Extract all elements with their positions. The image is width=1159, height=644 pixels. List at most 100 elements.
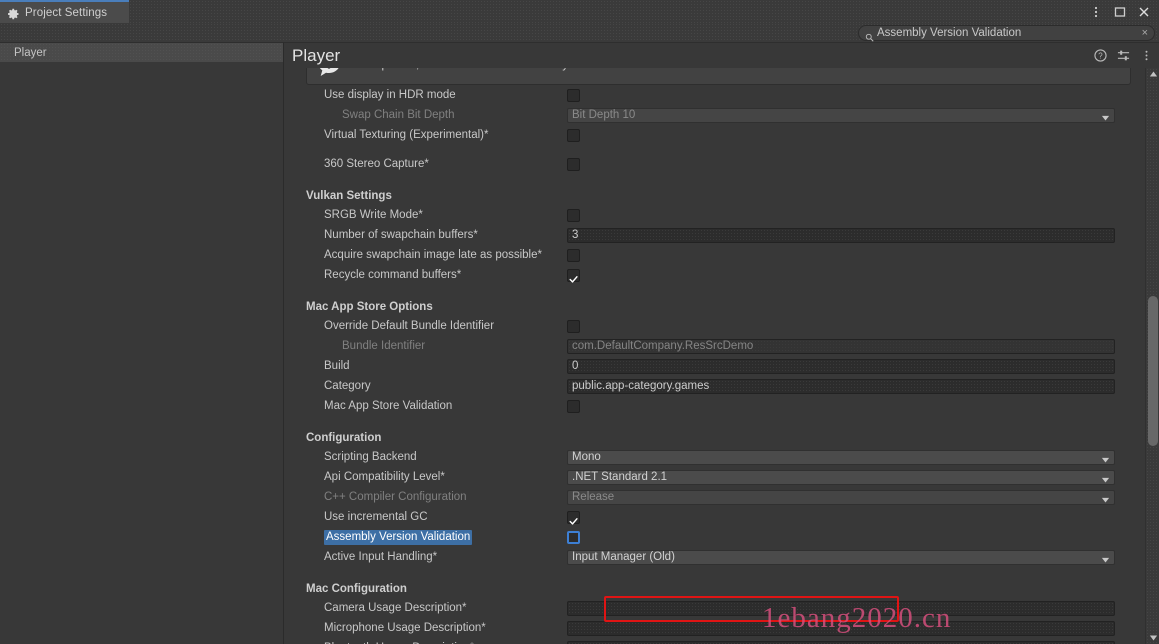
settings-row[interactable]: Number of swapchain buffers* 3 [306,225,1139,245]
row-field [567,208,1115,222]
search-input[interactable]: Assembly Version Validation × [858,25,1155,42]
panel-header-icons: ? [1094,43,1153,68]
scroll-down-arrow[interactable] [1146,632,1159,644]
text-input[interactable]: com.DefaultCompany.ResSrcDemo [567,338,1115,354]
row-field [567,600,1115,616]
row-field: 0 [567,358,1115,374]
info-message-text: On OpenGL, Profiler GPU Recorders may di… [354,68,697,71]
scrollbar-thumb[interactable] [1148,296,1158,446]
kebab-menu-icon[interactable] [1140,49,1153,62]
dropdown[interactable]: Release [567,489,1115,505]
settings-row[interactable]: Use incremental GC [306,507,1139,527]
sidebar-item-player[interactable]: Player [0,43,283,62]
checkbox[interactable] [567,88,580,102]
vertical-scrollbar[interactable] [1145,68,1159,644]
settings-row[interactable]: Category public.app-category.games [306,376,1139,396]
tab-project-settings[interactable]: Project Settings [0,0,129,23]
settings-content: On OpenGL, Profiler GPU Recorders may di… [306,68,1139,644]
settings-row[interactable]: C++ Compiler Configuration Release [306,487,1139,507]
checkbox[interactable] [567,510,580,525]
row-field: Mono [567,449,1115,465]
row-label: Use incremental GC [324,511,428,523]
text-input[interactable] [567,620,1115,636]
checkbox[interactable] [567,530,580,544]
text-input[interactable]: public.app-category.games [567,378,1115,394]
checkbox[interactable] [567,248,580,262]
settings-row[interactable]: Camera Usage Description* [306,598,1139,618]
chevron-down-icon [1101,112,1110,121]
text-input[interactable] [567,600,1115,616]
text-input[interactable]: 0 [567,358,1115,374]
row-field [567,268,1115,283]
settings-row[interactable]: Swap Chain Bit Depth Bit Depth 10 [306,105,1139,125]
settings-row[interactable]: Recycle command buffers* [306,265,1139,285]
panel-header: Player ? [284,43,1159,68]
row-field [567,620,1115,636]
text-input[interactable] [567,640,1115,644]
search-clear-button[interactable]: × [1138,27,1148,39]
window-title-bar: Project Settings [0,0,1159,23]
row-field: Release [567,489,1115,505]
svg-text:?: ? [1098,52,1103,61]
dropdown[interactable]: Mono [567,449,1115,465]
settings-row[interactable]: Build 0 [306,356,1139,376]
row-label: Vulkan Settings [306,190,392,202]
checkbox[interactable] [567,399,580,413]
title-bar-background [129,0,1159,23]
dropdown[interactable]: Bit Depth 10 [567,107,1115,123]
maximize-icon[interactable] [1113,5,1127,19]
help-icon[interactable]: ? [1094,49,1107,62]
settings-row[interactable]: Assembly Version Validation [306,527,1139,547]
row-field [567,530,1115,544]
settings-row[interactable]: Override Default Bundle Identifier [306,316,1139,336]
row-field: com.DefaultCompany.ResSrcDemo [567,338,1115,354]
row-label: Acquire swapchain image late as possible… [324,249,542,261]
settings-row[interactable]: Mac App Store Validation [306,396,1139,416]
preset-icon[interactable] [1117,49,1130,62]
dropdown[interactable]: Input Manager (Old) [567,549,1115,565]
row-label: Swap Chain Bit Depth [342,109,455,121]
scroll-up-arrow[interactable] [1146,68,1159,80]
row-field: .NET Standard 2.1 [567,469,1115,485]
row-label: Category [324,380,371,392]
row-label: C++ Compiler Configuration [324,491,467,503]
row-field [567,248,1115,262]
close-icon[interactable] [1137,5,1151,19]
text-input[interactable]: 3 [567,227,1115,243]
checkbox[interactable] [567,208,580,222]
settings-row[interactable]: Acquire swapchain image late as possible… [306,245,1139,265]
settings-row[interactable]: Api Compatibility Level* .NET Standard 2.… [306,467,1139,487]
row-label: Use display in HDR mode [324,89,456,101]
row-label: Assembly Version Validation [306,530,473,545]
dropdown-value: Release [572,491,615,503]
chevron-down-icon [1101,454,1110,463]
search-bar-row: Assembly Version Validation × [0,23,1159,42]
checkbox[interactable] [567,319,580,333]
settings-section-header: Mac Configuration [306,576,1139,598]
row-label: Active Input Handling* [324,551,438,563]
page-title: Player [292,45,341,65]
settings-row[interactable]: Scripting Backend Mono [306,447,1139,467]
chevron-down-icon [1101,474,1110,483]
settings-row[interactable]: Use display in HDR mode [306,85,1139,105]
checkbox[interactable] [567,157,580,171]
settings-row[interactable]: Active Input Handling* Input Manager (Old… [306,547,1139,567]
settings-row[interactable]: 360 Stereo Capture* [306,154,1139,174]
dropdown-value: .NET Standard 2.1 [572,471,668,483]
settings-row[interactable]: Bluetooth Usage Description* [306,638,1139,644]
row-label: 360 Stereo Capture* [324,158,429,170]
checkmark-icon [569,271,578,283]
settings-row[interactable]: Microphone Usage Description* [306,618,1139,638]
row-field [567,319,1115,333]
settings-row[interactable]: Virtual Texturing (Experimental)* [306,125,1139,145]
settings-row[interactable]: Bundle Identifier com.DefaultCompany.ResS… [306,336,1139,356]
settings-row[interactable]: SRGB Write Mode* [306,205,1139,225]
dropdown[interactable]: .NET Standard 2.1 [567,469,1115,485]
checkbox[interactable] [567,128,580,142]
row-spacer [306,567,1139,576]
checkbox[interactable] [567,268,580,283]
kebab-menu-icon[interactable] [1089,5,1103,19]
settings-rows: Use display in HDR mode Swap Chain Bit De… [306,85,1139,644]
warning-icon [315,68,343,79]
row-label: Mac App Store Validation [324,400,453,412]
